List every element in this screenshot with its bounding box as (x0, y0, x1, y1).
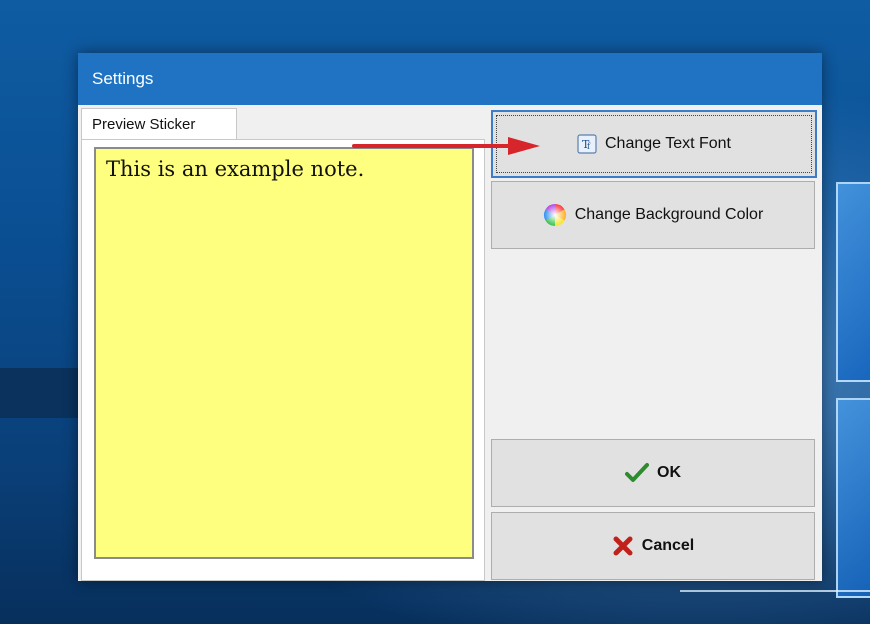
cancel-label: Cancel (641, 537, 695, 554)
change-background-color-button[interactable]: Change Background Color (491, 181, 815, 249)
x-icon (612, 535, 634, 557)
sticker-preview: This is an example note. (94, 147, 474, 559)
change-background-color-label: Change Background Color (574, 206, 764, 223)
actions-pane: T f Change Text Font Change Background C… (488, 105, 822, 581)
tab-label: Preview Sticker (92, 116, 196, 133)
preview-pane: Preview Sticker This is an example note. (78, 105, 486, 581)
light-beam (680, 590, 870, 592)
focus-rectangle (496, 115, 812, 173)
settings-dialog: Settings Preview Sticker This is an exam… (78, 53, 822, 581)
ok-button[interactable]: OK (491, 439, 815, 507)
tab-preview-sticker[interactable]: Preview Sticker (81, 108, 237, 140)
annotation-arrow (352, 137, 540, 155)
titlebar[interactable]: Settings (78, 53, 822, 105)
windows-logo-pane (836, 398, 870, 598)
checkmark-icon (625, 462, 649, 484)
tab-page: This is an example note. (81, 139, 485, 581)
cancel-button[interactable]: Cancel (491, 512, 815, 580)
ok-label: OK (657, 464, 681, 481)
color-wheel-icon (543, 203, 567, 227)
windows-logo-pane (836, 182, 870, 382)
window-title: Settings (92, 69, 154, 88)
note-text: This is an example note. (106, 157, 365, 181)
